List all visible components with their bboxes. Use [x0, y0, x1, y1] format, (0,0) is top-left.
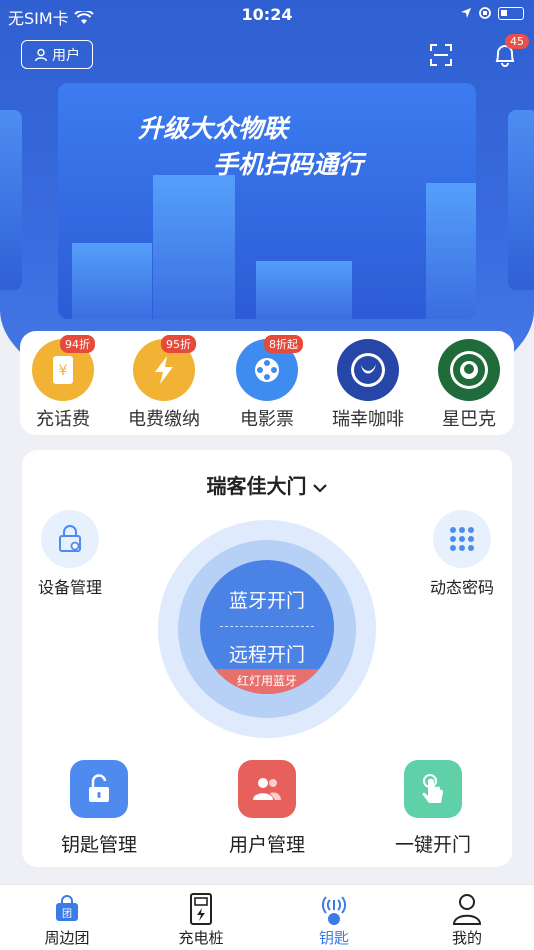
bluetooth-open-button[interactable]: 蓝牙开门: [200, 586, 334, 613]
film-reel-icon: 8折起: [236, 335, 303, 401]
banner-subheadline: 手机扫码通行: [213, 150, 364, 179]
phone-bill-icon: ¥ 94折: [32, 335, 95, 401]
starbucks-logo-icon: [438, 339, 500, 401]
person-icon: [422, 891, 512, 927]
one-key-open-button[interactable]: 一键开门: [383, 760, 483, 857]
service-luckin[interactable]: 瑞幸咖啡: [328, 339, 408, 431]
bluetooth-hint: 红灯用蓝牙: [200, 669, 334, 694]
notification-badge: 45: [505, 34, 529, 49]
lightning-icon: 95折: [133, 335, 196, 401]
user-button[interactable]: 用户: [21, 40, 93, 69]
shopping-bag-icon: 团: [22, 891, 112, 927]
status-bar: 无SIM卡 10:24: [0, 0, 534, 30]
luckin-logo-icon: [337, 339, 399, 401]
key-manage-button[interactable]: 钥匙管理: [49, 760, 149, 857]
user-manage-button[interactable]: 用户管理: [217, 760, 317, 857]
touch-icon: [404, 760, 462, 818]
service-electricity[interactable]: 95折 电费缴纳: [124, 335, 204, 431]
users-icon: [238, 760, 296, 818]
banner-prev-card[interactable]: [0, 110, 22, 290]
tab-nearby-group[interactable]: 团 周边团: [22, 891, 112, 948]
door-selector[interactable]: 瑞客佳大门: [22, 470, 512, 499]
tab-charger[interactable]: 充电桩: [156, 891, 246, 948]
svg-text:¥: ¥: [59, 363, 68, 379]
orientation-lock-icon: [479, 7, 491, 19]
banner-headline: 升级大众物联: [138, 114, 289, 143]
unlock-icon: [70, 760, 128, 818]
promo-banner[interactable]: 升级大众物联 手机扫码通行: [58, 83, 476, 319]
remote-open-button[interactable]: 远程开门: [200, 640, 334, 667]
service-movie[interactable]: 8折起 电影票: [227, 335, 307, 431]
device-lock-icon: [41, 510, 99, 568]
chevron-down-icon: [313, 484, 328, 493]
battery-icon: [498, 6, 524, 20]
signal-key-icon: [289, 891, 379, 927]
divider: [220, 626, 314, 627]
tab-me[interactable]: 我的: [422, 891, 512, 948]
unlock-core: 蓝牙开门 远程开门 红灯用蓝牙: [200, 560, 334, 694]
banner-building: [426, 183, 476, 319]
banner-building: [72, 243, 152, 319]
discount-tag: 8折起: [264, 335, 303, 353]
door-control-card: 瑞客佳大门 设备管理 动态密码 蓝牙开门 远程开门 红灯用蓝牙 钥匙管理 用户管…: [22, 450, 512, 867]
svg-text:团: 团: [62, 908, 72, 920]
discount-tag: 94折: [60, 335, 95, 353]
services-row: ¥ 94折 充话费 95折 电费缴纳 8折起 电影票 瑞幸咖啡 星巴克: [20, 331, 514, 435]
tab-key[interactable]: 钥匙: [289, 891, 379, 948]
service-phone-bill[interactable]: ¥ 94折 充话费: [23, 335, 103, 431]
banner-building: [153, 175, 235, 319]
device-manage-button[interactable]: 设备管理: [32, 510, 108, 598]
user-icon: [34, 48, 48, 61]
tab-bar: 团 周边团 充电桩 钥匙 我的: [0, 884, 534, 950]
scan-icon[interactable]: [429, 43, 453, 67]
banner-building: [256, 261, 352, 319]
charger-icon: [156, 891, 246, 927]
dynamic-password-button[interactable]: 动态密码: [424, 510, 500, 598]
service-starbucks[interactable]: 星巴克: [429, 339, 509, 431]
keypad-icon: [433, 510, 491, 568]
status-time: 10:24: [241, 5, 293, 24]
banner-next-card[interactable]: [508, 110, 534, 290]
discount-tag: 95折: [161, 335, 196, 353]
location-icon: [461, 8, 471, 18]
